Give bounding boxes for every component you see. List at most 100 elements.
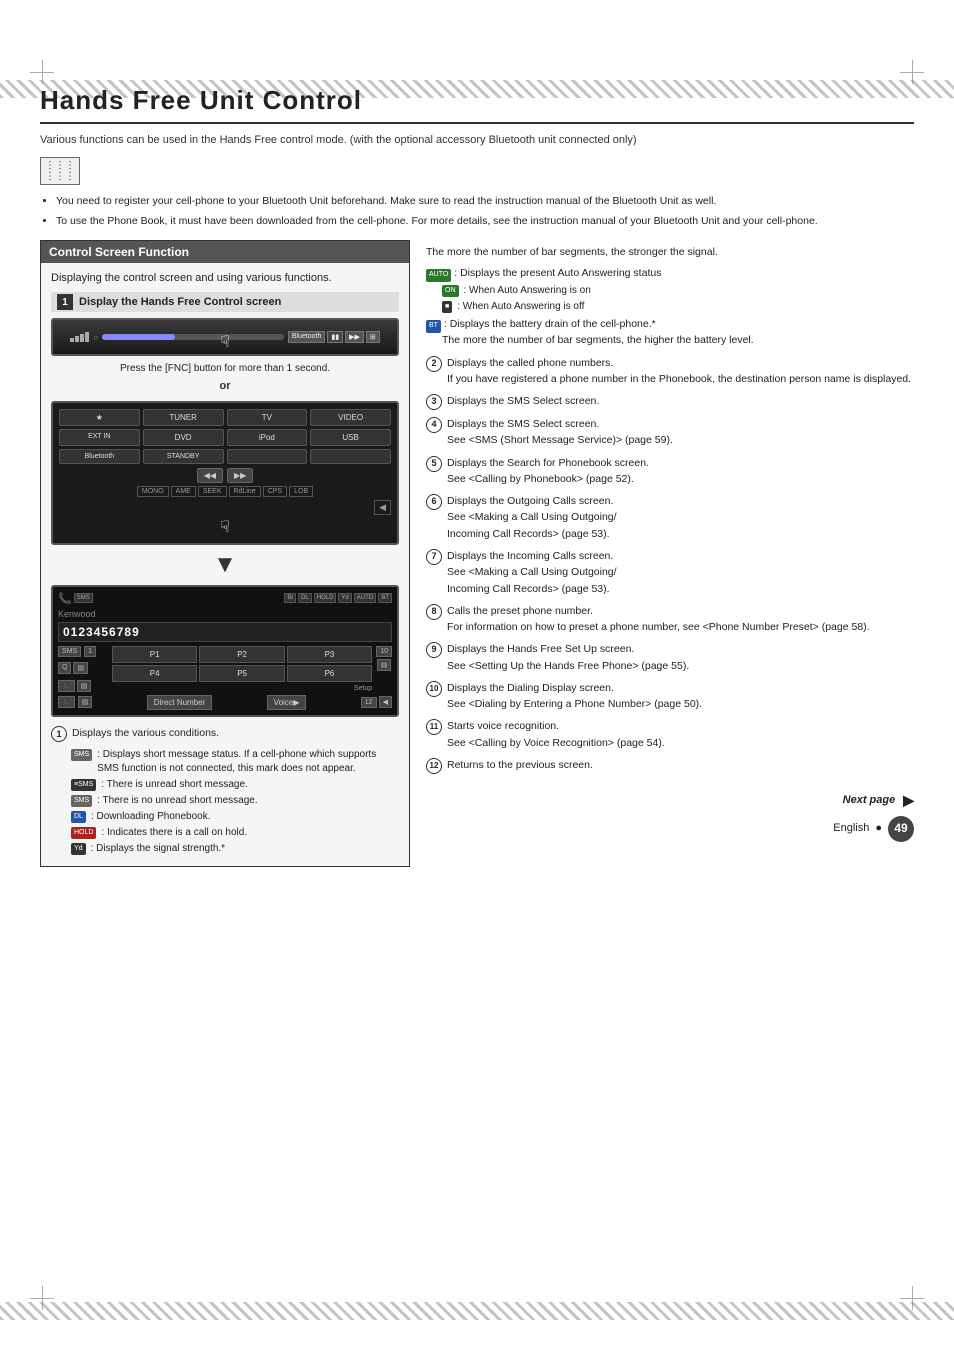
badge-dl: DL — [71, 811, 86, 823]
page-header: Hands Free Unit Control Various function… — [40, 85, 914, 149]
notes-list: You need to register your cell-phone to … — [56, 193, 914, 231]
hf-bottom-row: 📞 ▤ Direct Number Voice▶ 12 ◀ — [58, 695, 392, 710]
hf-bt2-icon: BT — [378, 593, 392, 603]
item-5: 5 Displays the Search for Phonebook scre… — [426, 455, 914, 488]
item-12: 12 Returns to the previous screen. — [426, 757, 914, 774]
sub-dl: DL : Downloading Phonebook. — [71, 810, 399, 824]
icon-num: ▤ — [377, 659, 392, 671]
hf-main-area: SMS 1 Q ▤ 📞 ▤ — [58, 646, 392, 692]
text-7: Displays the Incoming Calls screen.See <… — [447, 548, 617, 597]
source-item-extin: EXT IN — [59, 429, 140, 446]
num-5: 5 — [426, 456, 442, 472]
hf-yd-icon: Yd — [338, 593, 351, 603]
source-btn-right[interactable]: ▶▶ — [227, 468, 253, 483]
item-4: 4 Displays the SMS Select screen.See <SM… — [426, 416, 914, 449]
sub-hold: HOLD : Indicates there is a call on hold… — [71, 826, 399, 840]
badge-auto-on: ON — [442, 285, 459, 297]
badge-auto-off: ■ — [442, 301, 452, 313]
eq-extra: ◀ — [374, 500, 391, 515]
num-6: 6 — [426, 494, 442, 510]
text-11: Starts voice recognition.See <Calling by… — [447, 718, 665, 751]
step-1-num: 1 — [57, 294, 73, 310]
badge-yd: Yd — [71, 843, 86, 855]
badge-unread-sms: ≡SMS — [71, 779, 96, 791]
down-arrow: ▼ — [51, 551, 399, 579]
sms-badge: SMS — [58, 646, 81, 657]
item-8: 8 Calls the preset phone number.For info… — [426, 603, 914, 636]
voice-btn[interactable]: Voice▶ — [267, 695, 307, 710]
num-7: 7 — [426, 549, 442, 565]
text-4: Displays the SMS Select screen.See <SMS … — [447, 416, 673, 449]
preset-p5[interactable]: P5 — [199, 665, 284, 682]
hf-status-icons: Bt DL HOLD Yd AUTO BT — [284, 593, 392, 603]
text-12: Returns to the previous screen. — [447, 757, 593, 773]
num-2: 2 — [426, 356, 442, 372]
page-number: 49 — [888, 816, 914, 842]
source-item-dvd: DVD — [143, 429, 224, 446]
num-12: 12 — [426, 758, 442, 774]
item-9: 9 Displays the Hands Free Set Up screen.… — [426, 641, 914, 674]
page-footer: English ● 49 — [426, 816, 914, 842]
preset-p4[interactable]: P4 — [112, 665, 197, 682]
text-8: Calls the preset phone number.For inform… — [447, 603, 870, 636]
source-btn-left[interactable]: ◀◀ — [197, 468, 223, 483]
auto-answer-text: : Displays the present Auto Answering st… — [454, 267, 661, 279]
next-arrow-icon: ▶ — [903, 790, 914, 812]
preset-p2[interactable]: P2 — [199, 646, 284, 663]
bar-signal-text: The more the number of bar segments, the… — [426, 244, 914, 260]
q-row: Q ▤ — [58, 662, 108, 674]
hand-cursor-2: ☟ — [59, 517, 391, 537]
direct-number-btn[interactable]: Direct Number — [147, 695, 213, 710]
auto-on-item: ON : When Auto Answering is on — [442, 284, 914, 298]
num-8: 8 — [426, 604, 442, 620]
sub-unread-sms: ≡SMS : There is unread short message. — [71, 778, 399, 792]
icon-row: ⋮⋮⋮⋮⋮⋮ — [40, 157, 914, 185]
hf-left-icons: SMS 1 Q ▤ 📞 ▤ — [58, 646, 108, 692]
auto-sub-items: ON : When Auto Answering is on ■ : When … — [442, 284, 914, 314]
bt-row: 📞 ▤ — [58, 680, 108, 692]
preset-area: P1 P2 P3 P4 P5 P6 Setup — [112, 646, 372, 692]
battery-item: BT : Displays the battery drain of the c… — [426, 317, 914, 349]
source-item-ipod: iPod — [227, 429, 308, 446]
bt2-badge: ▤ — [77, 680, 92, 692]
menu-icon: ⋮⋮⋮⋮⋮⋮ — [40, 157, 80, 185]
source-item-empty1 — [227, 449, 308, 464]
eq-ame: AME — [171, 486, 196, 497]
auto-on-text: : When Auto Answering is on — [464, 284, 591, 298]
source-item-empty2 — [310, 449, 391, 464]
display-text-1: Displays the various conditions. — [72, 725, 219, 741]
sub-signal: Yd : Displays the signal strength.* — [71, 842, 399, 856]
auto-off-item: ■ : When Auto Answering is off — [442, 300, 914, 314]
source-grid: ★ TUNER TV VIDEO EXT IN DVD iPod USB Blu… — [59, 409, 391, 464]
badge-no-unread: SMS — [71, 795, 92, 807]
hf-hold-icon: HOLD — [314, 593, 337, 603]
hf-dl-icon: DL — [298, 593, 312, 603]
item-7: 7 Displays the Incoming Calls screen.See… — [426, 548, 914, 597]
main-content: Control Screen Function Displaying the c… — [40, 240, 914, 867]
sub-no-unread-text: : There is no unread short message. — [97, 794, 257, 808]
display-num-1: 1 — [51, 726, 67, 742]
note-item-1: You need to register your cell-phone to … — [56, 193, 914, 210]
equalizer-row: MONO AME SEEK RdLine CPS LOB — [59, 486, 391, 497]
source-select-screen: ★ TUNER TV VIDEO EXT IN DVD iPod USB Blu… — [51, 401, 399, 545]
left-display-section: 1 Displays the various conditions. SMS :… — [51, 725, 399, 856]
preset-p1[interactable]: P1 — [112, 646, 197, 663]
hf-screen: 📞 SMS Bt DL HOLD Yd AUTO BT — [51, 585, 399, 717]
num-bot: ▤ — [78, 696, 93, 708]
step-1-label: Display the Hands Free Control screen — [79, 296, 281, 308]
hf-icons-row: 📞 SMS — [58, 592, 93, 605]
eq-lob: LOB — [289, 486, 313, 497]
preset-p3[interactable]: P3 — [287, 646, 372, 663]
item-10: 10 Displays the Dialing Display screen.S… — [426, 680, 914, 713]
num-11: 11 — [426, 719, 442, 735]
display-item-1: 1 Displays the various conditions. — [51, 725, 399, 742]
step1-instruction: Press the [FNC] button for more than 1 s… — [51, 362, 399, 376]
next-page-row: Next page ▶ — [426, 790, 914, 812]
source-item-video: VIDEO — [310, 409, 391, 426]
sms-row: SMS 1 — [58, 646, 108, 657]
source-item-bluetooth: Bluetooth — [59, 449, 140, 464]
sub-no-unread: SMS : There is no unread short message. — [71, 794, 399, 808]
text-5: Displays the Search for Phonebook screen… — [447, 455, 649, 488]
control-box-header: Control Screen Function — [41, 241, 409, 263]
preset-p6[interactable]: P6 — [287, 665, 372, 682]
